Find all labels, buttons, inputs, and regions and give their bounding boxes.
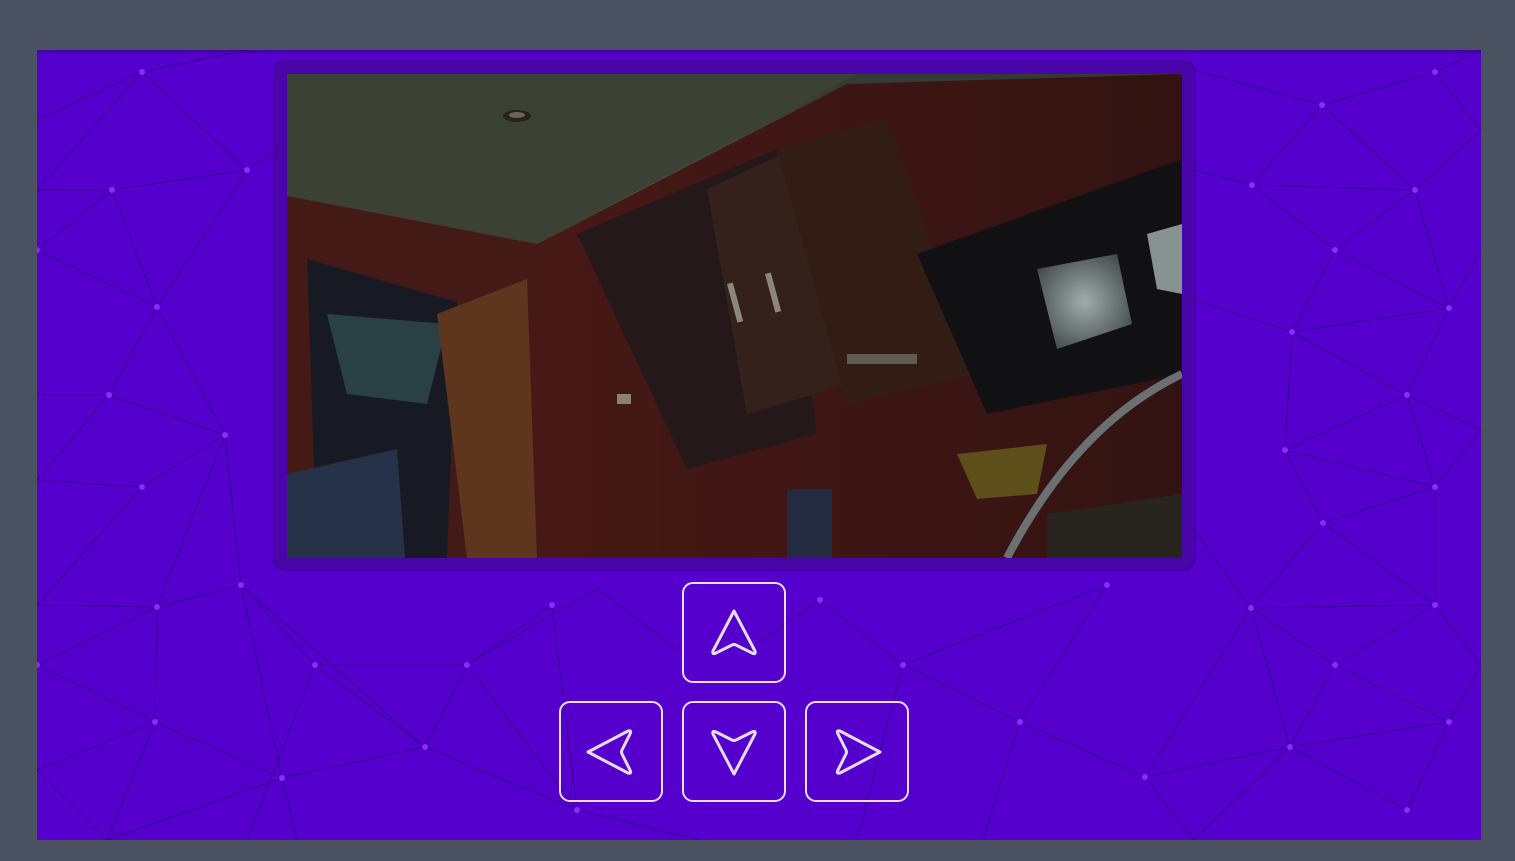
arrow-up-icon — [711, 609, 757, 655]
camera-feed-image — [287, 74, 1182, 558]
camera-feed — [287, 74, 1182, 558]
arrow-down-icon — [711, 729, 757, 775]
app-window — [37, 50, 1481, 840]
move-up-button[interactable] — [682, 582, 786, 683]
video-panel — [275, 62, 1194, 569]
arrow-left-icon — [586, 728, 633, 775]
move-right-button[interactable] — [805, 701, 909, 802]
move-down-button[interactable] — [682, 701, 786, 802]
arrow-right-icon — [835, 728, 882, 775]
move-left-button[interactable] — [559, 701, 663, 802]
